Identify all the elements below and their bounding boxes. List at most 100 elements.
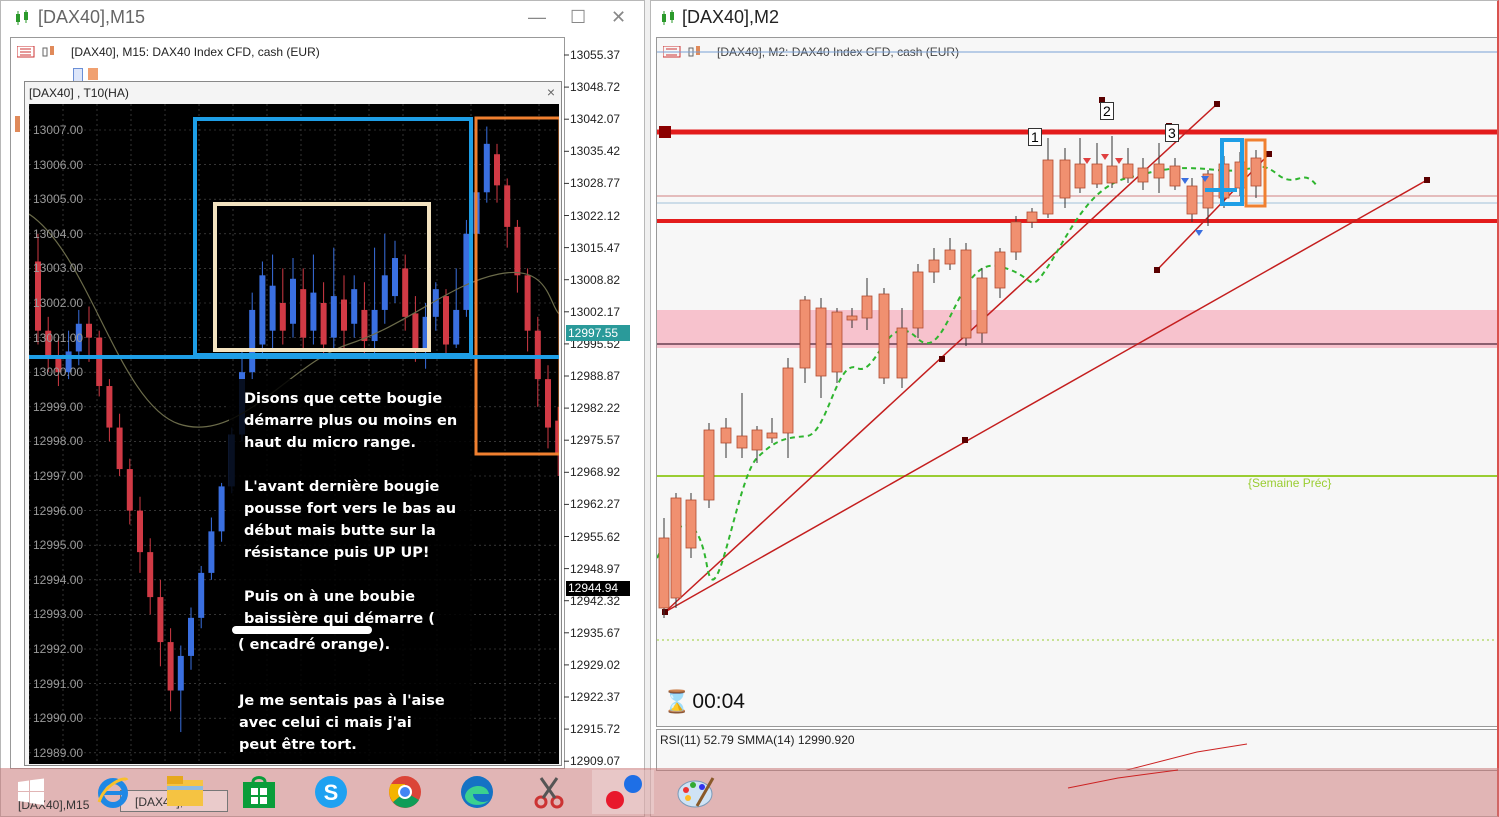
m2-candle-body — [944, 249, 956, 265]
price-axis-label: 13008.82 — [570, 272, 621, 287]
left-chart-window: [DAX40],M15 — ☐ ✕ [DAX40], M15: DAX40 In… — [0, 0, 645, 817]
signal-arrow — [1195, 230, 1203, 236]
trend-line-long — [664, 179, 1428, 613]
wave-label-2: 2 — [1100, 102, 1114, 120]
trend-anchor — [1266, 151, 1272, 157]
price-axis-label: 12915.72 — [570, 722, 621, 737]
wave-label-1: 1 — [1028, 128, 1042, 146]
svg-text:S: S — [324, 780, 339, 805]
m2-candle-body — [815, 307, 827, 377]
m15-candle — [88, 68, 98, 80]
ha-candle-body — [534, 330, 541, 380]
maximize-button[interactable]: ☐ — [570, 7, 586, 28]
ha-candle-body — [116, 427, 123, 470]
price-axis-label: 12935.67 — [570, 625, 621, 640]
meet-icon[interactable] — [592, 770, 654, 814]
timer-value: 00:04 — [692, 690, 745, 713]
subwindow-price-label: 12992.00 — [33, 642, 84, 656]
ha-candle-body — [381, 275, 388, 310]
price-axis-label: 13035.42 — [570, 144, 621, 159]
ha-candle-body — [402, 268, 409, 317]
m2-candle-body — [1074, 163, 1086, 189]
m2-candle-body — [751, 429, 763, 451]
signal-arrow — [1083, 158, 1091, 164]
redaction-bar — [232, 626, 435, 634]
previous-week-level-label: {Semaine Préc} — [1248, 476, 1332, 490]
rsi-line-svg — [1125, 743, 1248, 770]
ha-candle-body — [198, 572, 205, 618]
right-title-bar[interactable]: [DAX40],M2 — [651, 1, 1497, 35]
tick-chart-subwindow[interactable]: [DAX40] , T10(HA) × 13007.00 13006.00 1300… — [24, 81, 562, 766]
chart-list-icon — [17, 46, 35, 58]
store-icon[interactable] — [228, 770, 290, 814]
m2-candle-body — [1010, 221, 1022, 253]
ha-candle-body — [188, 617, 194, 656]
subwindow-price-label: 13006.00 — [33, 157, 84, 172]
ha-candle-body — [249, 309, 256, 373]
crosshair-price-tag: 12944.94 — [566, 581, 630, 596]
ha-candle-body — [514, 226, 521, 276]
start-icon[interactable] — [0, 770, 62, 814]
price-axis-label: 13055.37 — [570, 48, 621, 62]
heikin-ashi-plot[interactable]: 13007.00 13006.00 13005.00 13004.00 13003.00… — [29, 104, 559, 764]
m2-candle-body — [766, 432, 778, 439]
minimize-button[interactable]: — — [528, 7, 546, 28]
candle-timer: ⌛ 00:04 — [663, 689, 745, 715]
annotation-line: ( encadré orange). — [238, 637, 391, 653]
ha-candle-body — [351, 289, 358, 324]
green-ma-dashed — [657, 165, 1318, 581]
m2-candle-body — [928, 259, 940, 273]
price-axis-label: 13015.47 — [570, 240, 621, 255]
trend-anchor — [1214, 101, 1220, 107]
ha-candle-body — [524, 275, 531, 331]
rsi-panel[interactable]: RSI(11) 52.79 SMMA(14) 12990.920 — [656, 729, 1497, 771]
skype-icon[interactable]: S — [300, 770, 362, 814]
paint-icon[interactable] — [664, 770, 726, 814]
m2-candle-body — [658, 537, 670, 609]
annotation-line: L'avant dernière bougie — [244, 479, 440, 495]
m2-candle-body — [1122, 163, 1134, 179]
snipping-tool-icon[interactable] — [518, 770, 580, 814]
close-button[interactable]: ✕ — [611, 7, 626, 28]
ha-candle-body — [290, 278, 296, 324]
window-title: [DAX40],M2 — [682, 7, 780, 27]
price-axis-label: 12955.62 — [570, 529, 621, 544]
price-axis-label: 13048.72 — [570, 80, 621, 95]
m2-candle-body — [799, 299, 811, 369]
edge-icon[interactable] — [446, 770, 508, 814]
left-title-bar[interactable]: [DAX40],M15 — ☐ ✕ — [1, 1, 644, 35]
price-axis-label: 13028.77 — [570, 176, 621, 191]
m2-candle-body — [720, 427, 732, 444]
candle-mini-icon — [42, 46, 54, 57]
annotation-paragraph-2: L'avant dernière bougie pousse fort vers… — [244, 476, 456, 564]
internet-explorer-icon[interactable] — [82, 770, 144, 814]
ha-candle-body — [453, 309, 460, 345]
annotation-line: résistance puis UP UP! — [244, 545, 430, 561]
annotation-line: Je me sentais pas à l'aise — [239, 693, 445, 709]
ha-candle-body — [259, 275, 266, 345]
annotation-line: pousse fort vers le bas au — [244, 501, 457, 517]
window-title: [DAX40],M15 — [38, 7, 146, 27]
subwindow-close-button[interactable]: × — [547, 84, 555, 100]
chrome-icon[interactable] — [374, 770, 436, 814]
rsi-line-overlay — [1067, 769, 1179, 789]
m2-candle-body — [896, 327, 908, 379]
price-axis-label: 12968.92 — [570, 465, 621, 480]
subwindow-price-label: 12994.00 — [33, 572, 84, 587]
ha-candle-body — [147, 552, 154, 598]
price-axis-ticks — [564, 54, 569, 762]
ha-candle-body — [177, 655, 184, 691]
file-explorer-icon[interactable] — [154, 770, 216, 814]
annotation-line: Disons que cette bougie — [244, 391, 443, 407]
taskbar: [DAX40],M15 [DAX40],M2 S — [0, 768, 1499, 817]
m2-candle-body — [736, 435, 748, 449]
ha-candle-body — [392, 258, 398, 297]
price-axis-label: 12948.97 — [570, 561, 621, 576]
subwindow-price-label: 12996.00 — [33, 503, 84, 518]
price-axis-label: 12922.37 — [570, 690, 621, 704]
ha-candle-body — [269, 285, 276, 331]
trend-anchor — [662, 609, 668, 615]
m2-chart-area[interactable]: [DAX40], M2: DAX40 Index CFD, cash (EUR)… — [656, 37, 1497, 727]
ha-candle-body — [167, 642, 174, 691]
subwindow-price-label: 13005.00 — [33, 192, 84, 207]
